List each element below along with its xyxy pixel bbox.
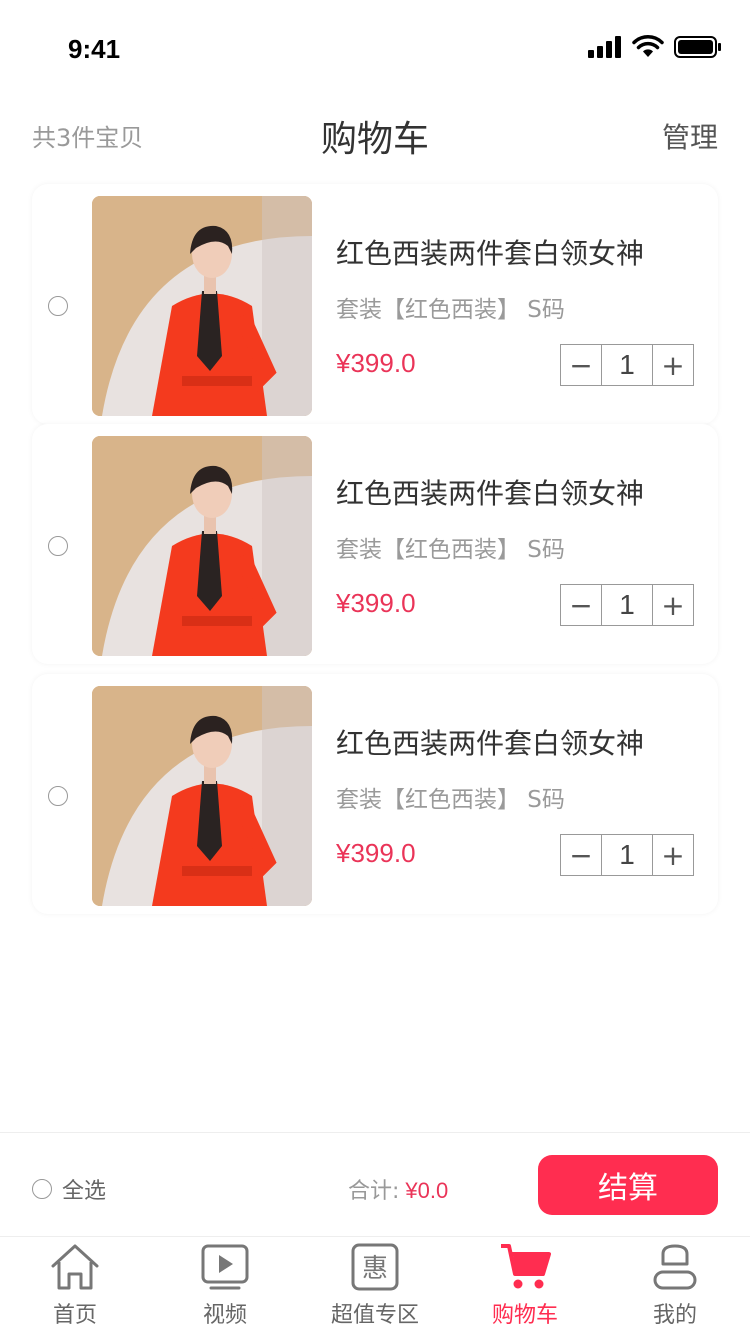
product-title[interactable]: 红色西装两件套白领女神 (336, 232, 644, 272)
product-title[interactable]: 红色西装两件套白领女神 (336, 472, 644, 512)
item-select-radio[interactable] (48, 536, 68, 556)
profile-icon (649, 1241, 701, 1293)
video-icon (199, 1241, 251, 1293)
tab-label: 购物车 (491, 1303, 558, 1328)
checkout-bar: 全选 合计: ¥0.0 结算 (0, 1132, 750, 1236)
cart-item: 红色西装两件套白领女神 套装【红色西装】 S码 ¥399.0 − 1 + (32, 674, 718, 914)
item-select-radio[interactable] (48, 786, 68, 806)
wifi-icon (632, 35, 664, 57)
product-spec: 套装【红色西装】 S码 (336, 297, 565, 323)
tab-label: 超值专区 (330, 1303, 419, 1328)
svg-text:惠: 惠 (362, 1254, 388, 1284)
status-icons (588, 34, 722, 60)
increase-button[interactable]: + (653, 835, 693, 875)
manage-button[interactable]: 管理 (662, 116, 718, 156)
quantity-stepper: − 1 + (560, 344, 694, 386)
battery-icon (674, 36, 721, 58)
deal-icon: 惠 (349, 1241, 401, 1293)
quantity-value[interactable]: 1 (601, 835, 653, 875)
cart-list: 红色西装两件套白领女神 套装【红色西装】 S码 ¥399.0 − 1 + 红色西… (32, 184, 718, 914)
tab-label: 我的 (652, 1303, 697, 1328)
quantity-stepper: − 1 + (560, 584, 694, 626)
product-spec: 套装【红色西装】 S码 (336, 537, 565, 563)
product-photo-icon (92, 686, 312, 906)
select-all-label[interactable]: 全选 (62, 1173, 106, 1205)
increase-button[interactable]: + (653, 585, 693, 625)
tab-label: 首页 (52, 1303, 97, 1328)
product-price: ¥399.0 (336, 348, 416, 378)
tab-deals[interactable]: 惠 超值专区 (300, 1237, 450, 1334)
page-title: 购物车 (320, 119, 429, 160)
total-label: 合计: (348, 1179, 400, 1204)
quantity-value[interactable]: 1 (601, 585, 653, 625)
status-time: 9:41 (68, 34, 121, 64)
item-select-radio[interactable] (48, 296, 68, 316)
tab-bar: 首页 视频 惠 超值专区 购物车 我的 (0, 1236, 750, 1334)
product-photo-icon (92, 196, 312, 416)
cart-item: 红色西装两件套白领女神 套装【红色西装】 S码 ¥399.0 − 1 + (32, 424, 718, 664)
decrease-button[interactable]: − (561, 345, 601, 385)
total: 合计: ¥0.0 (348, 1173, 448, 1205)
home-icon (49, 1241, 101, 1293)
product-spec: 套装【红色西装】 S码 (336, 787, 565, 813)
cart-icon (499, 1241, 551, 1293)
tab-cart[interactable]: 购物车 (450, 1237, 600, 1334)
product-title[interactable]: 红色西装两件套白领女神 (336, 722, 644, 762)
tab-home[interactable]: 首页 (0, 1237, 150, 1334)
cart-item: 红色西装两件套白领女神 套装【红色西装】 S码 ¥399.0 − 1 + (32, 184, 718, 424)
tab-label: 视频 (202, 1303, 247, 1328)
product-image[interactable] (92, 196, 312, 416)
quantity-stepper: − 1 + (560, 834, 694, 876)
product-photo-icon (92, 436, 312, 656)
quantity-value[interactable]: 1 (601, 345, 653, 385)
checkout-button[interactable]: 结算 (538, 1155, 718, 1215)
decrease-button[interactable]: − (561, 835, 601, 875)
header: 共3件宝贝 购物车 管理 (0, 100, 750, 170)
signal-icon (588, 36, 621, 58)
tab-profile[interactable]: 我的 (600, 1237, 750, 1334)
select-all[interactable]: 全选 (32, 1173, 106, 1205)
product-image[interactable] (92, 436, 312, 656)
tab-video[interactable]: 视频 (150, 1237, 300, 1334)
product-price: ¥399.0 (336, 588, 416, 618)
select-all-radio[interactable] (32, 1179, 52, 1199)
increase-button[interactable]: + (653, 345, 693, 385)
product-price: ¥399.0 (336, 838, 416, 868)
decrease-button[interactable]: − (561, 585, 601, 625)
product-image[interactable] (92, 686, 312, 906)
status-bar: 9:41 (0, 0, 750, 88)
total-value: ¥0.0 (405, 1178, 449, 1203)
